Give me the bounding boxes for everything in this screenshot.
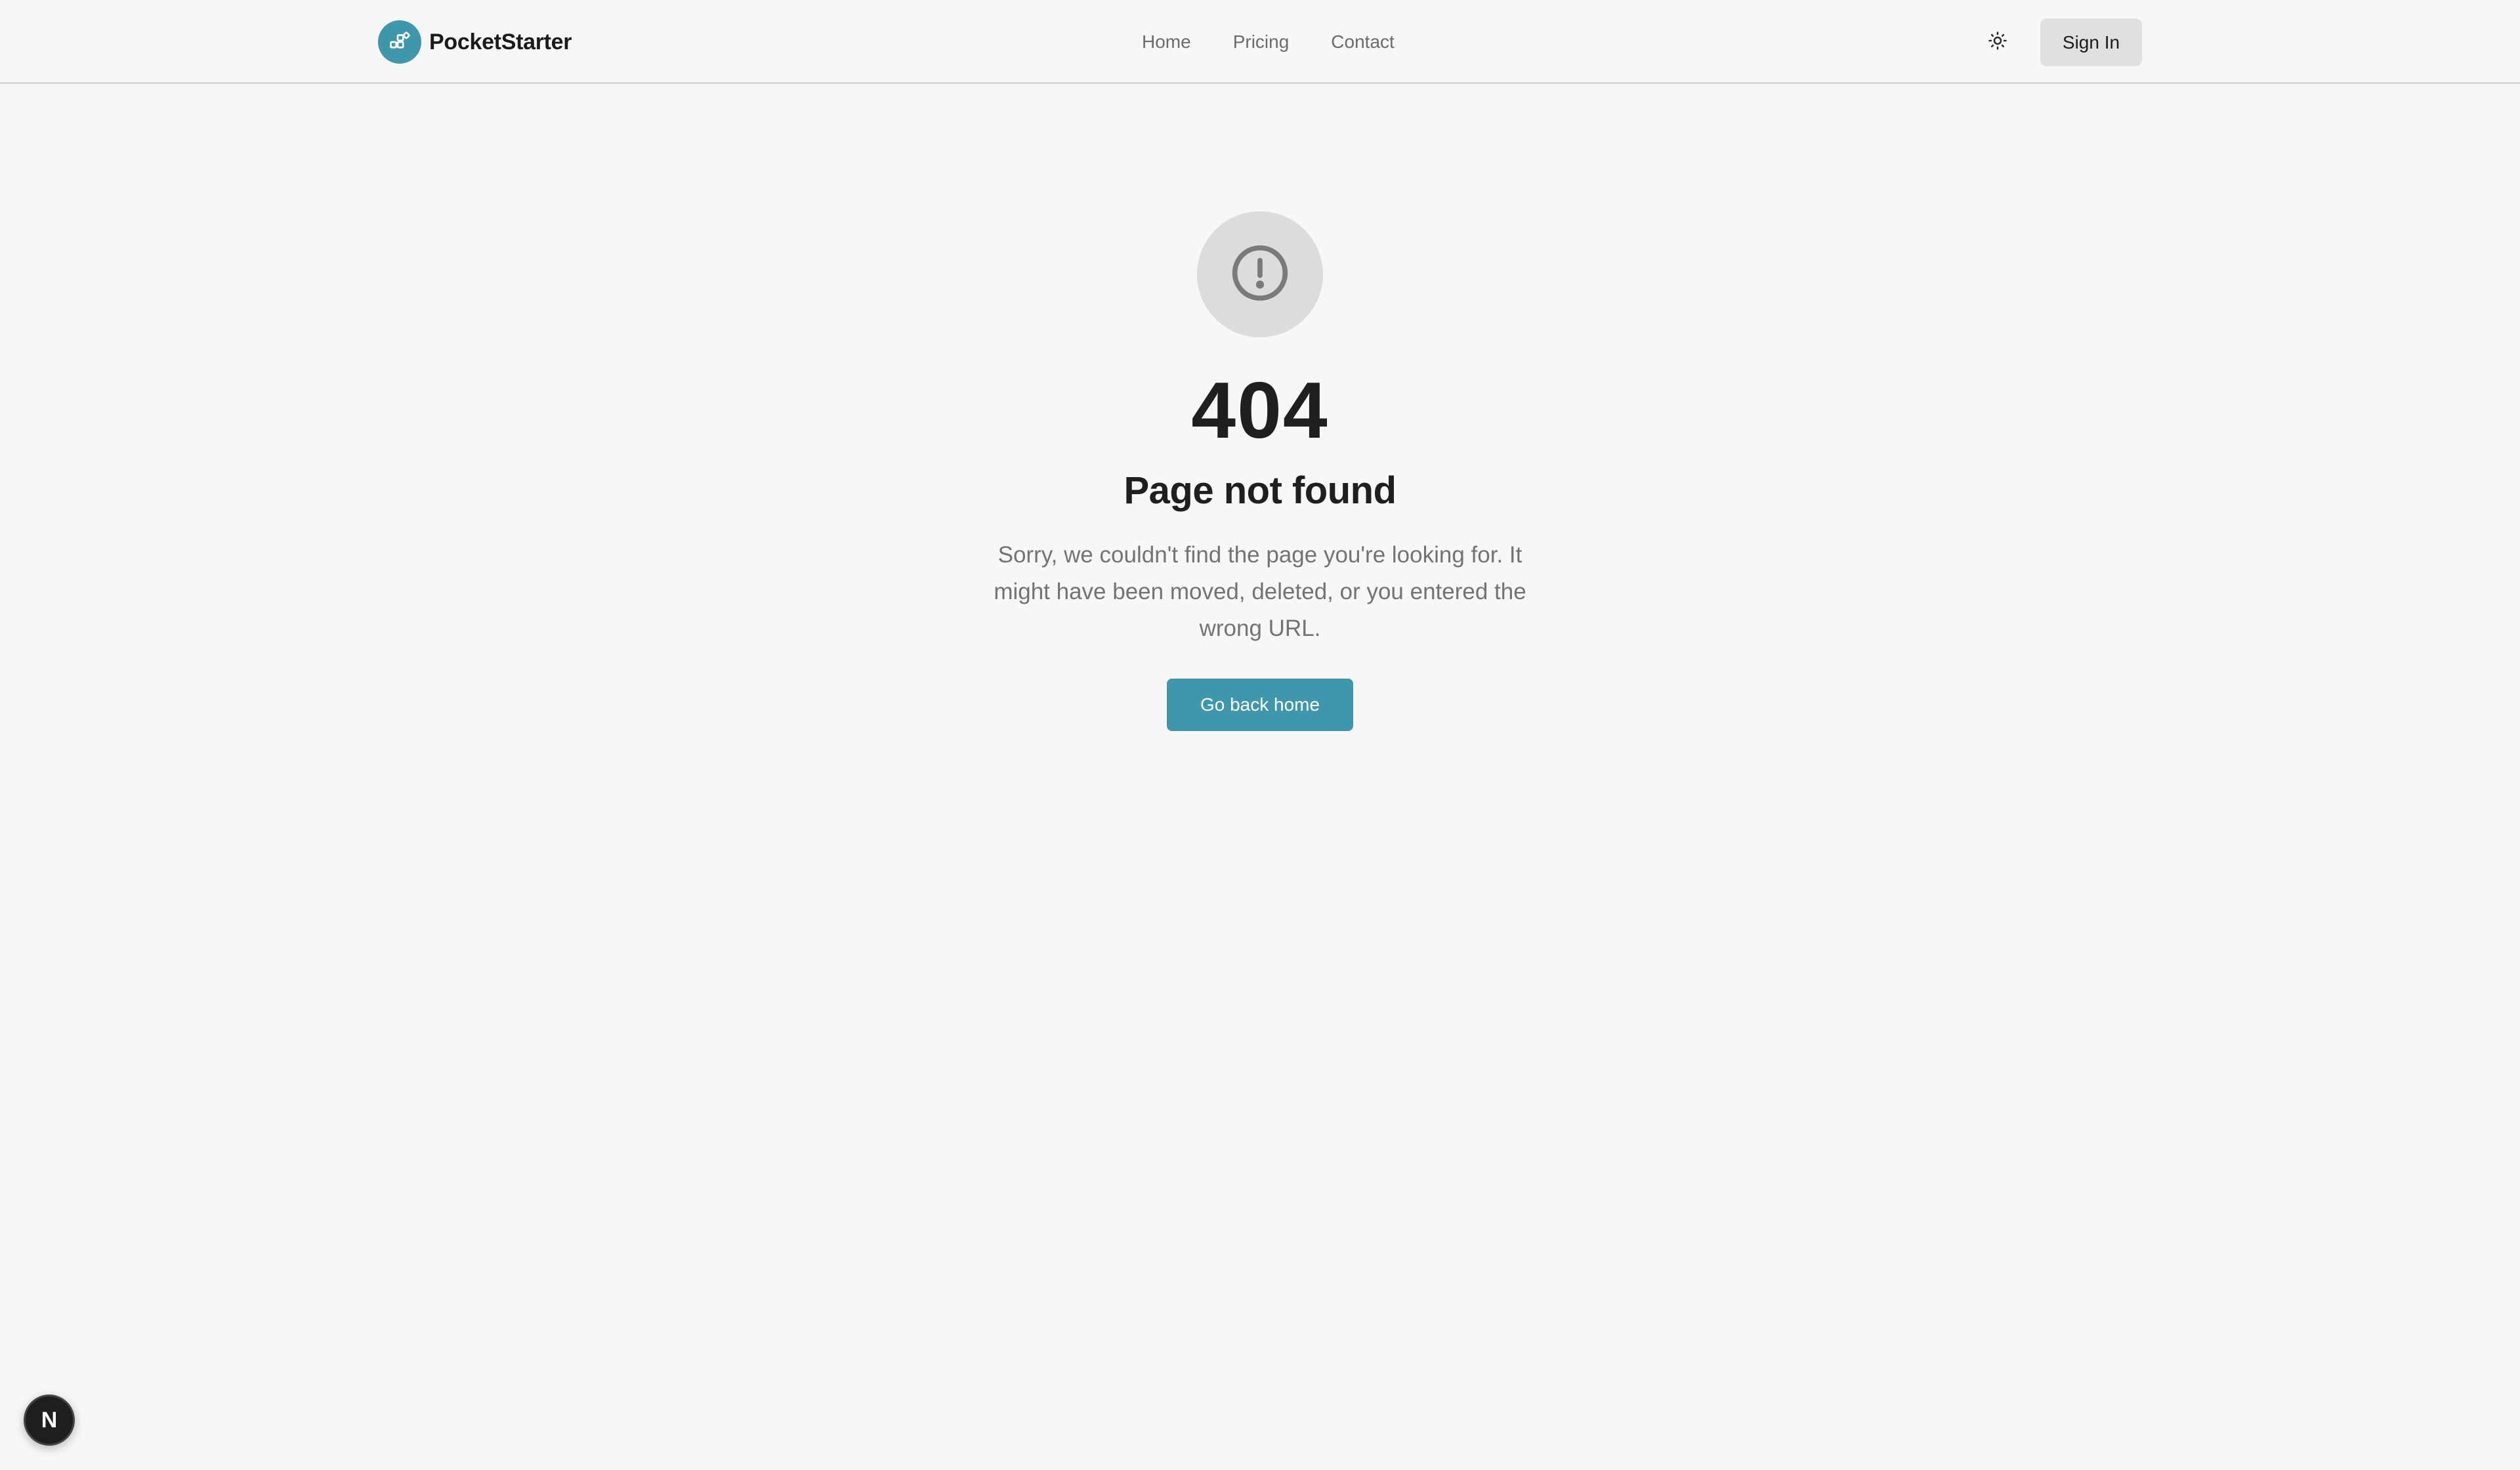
error-message: Sorry, we couldn't find the page you're … <box>994 542 1526 641</box>
go-back-home-button[interactable]: Go back home <box>1167 679 1353 731</box>
nextjs-dev-badge[interactable]: N <box>24 1395 75 1446</box>
not-found-section: 404 Page not found Sorry, we couldn't fi… <box>0 84 2520 740</box>
sign-in-button[interactable]: Sign In <box>2040 18 2142 66</box>
brand-link[interactable]: PocketStarter <box>378 20 572 64</box>
nav-link-contact[interactable]: Contact <box>1331 32 1395 52</box>
error-code: 404 <box>1191 366 1329 455</box>
blocks-icon <box>378 20 421 64</box>
warning-badge <box>1197 211 1323 337</box>
sun-icon <box>1988 31 2007 54</box>
nav-link-home[interactable]: Home <box>1142 32 1191 52</box>
nav-link-pricing[interactable]: Pricing <box>1233 32 1290 52</box>
main-nav: Home Pricing Contact <box>1142 26 1395 58</box>
theme-toggle-button[interactable] <box>1982 26 2013 58</box>
brand-name: PocketStarter <box>429 29 572 54</box>
exclamation-circle-icon <box>1230 243 1290 306</box>
top-navbar: PocketStarter Home Pricing Contact Sign … <box>0 0 2520 84</box>
page-title: Page not found <box>1124 469 1396 512</box>
nextjs-icon: N <box>41 1407 58 1433</box>
